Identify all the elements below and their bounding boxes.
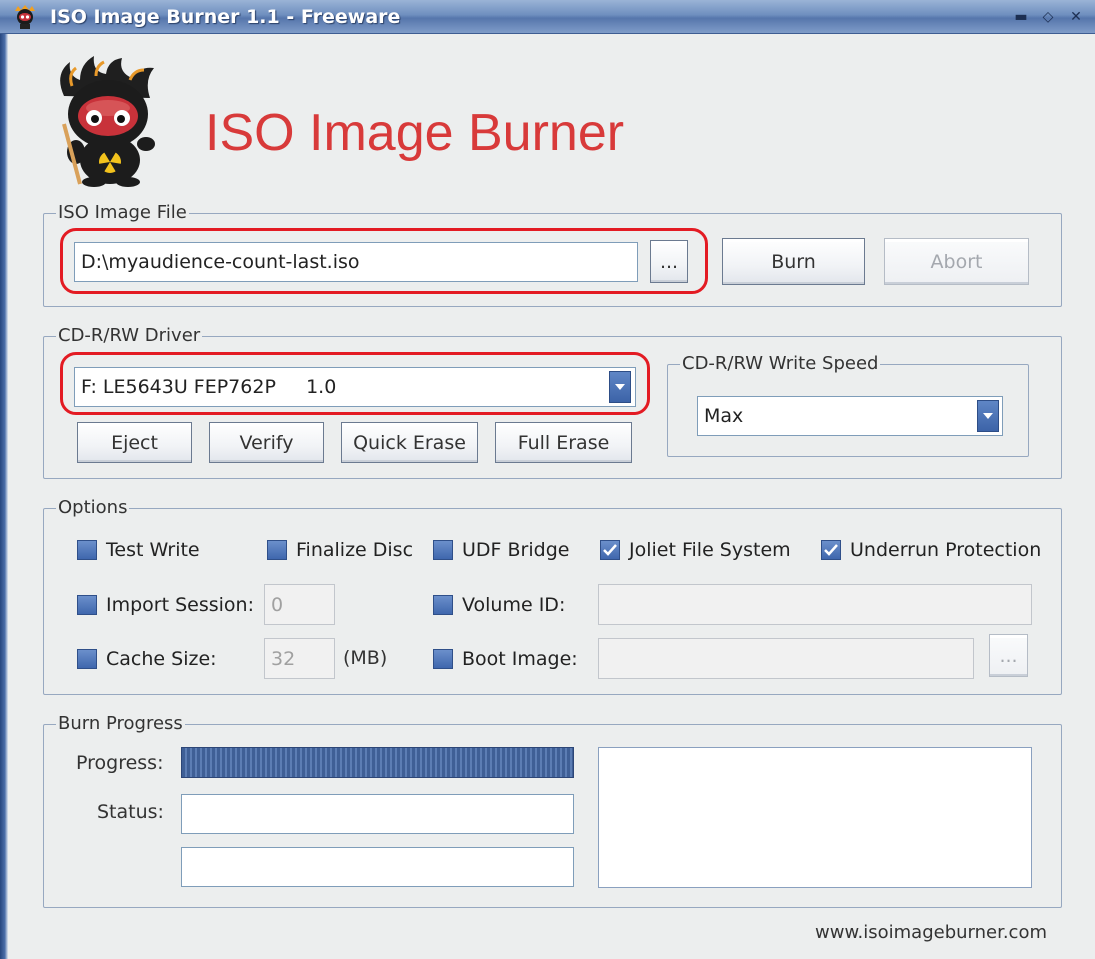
maximize-icon[interactable]: ◇ <box>1038 8 1058 26</box>
verify-button[interactable]: Verify <box>209 422 324 463</box>
progress-bar <box>181 747 574 778</box>
close-icon[interactable]: ✕ <box>1066 8 1086 26</box>
title-bar[interactable]: ISO Image Burner 1.1 - Freeware ▬ ◇ ✕ <box>0 0 1095 34</box>
volume-id-checkbox[interactable] <box>433 595 453 615</box>
status-field <box>181 794 574 834</box>
underrun-label: Underrun Protection <box>850 539 1042 561</box>
status-label: Status: <box>97 801 164 823</box>
website-link[interactable]: www.isoimageburner.com <box>815 922 1047 943</box>
app-icon <box>15 5 35 29</box>
window-frame <box>0 34 8 959</box>
test-write-label: Test Write <box>106 539 200 561</box>
volume-id-label: Volume ID: <box>462 594 566 616</box>
test-write-checkbox[interactable] <box>77 540 97 560</box>
speed-dropdown-arrow-icon[interactable] <box>977 400 999 432</box>
cache-size-unit: (MB) <box>343 647 388 669</box>
full-erase-button[interactable]: Full Erase <box>495 422 632 463</box>
underrun-checkbox[interactable] <box>821 540 841 560</box>
udf-bridge-checkbox[interactable] <box>433 540 453 560</box>
progress-label: Progress: <box>76 752 164 774</box>
iso-image-file-legend: ISO Image File <box>56 202 189 223</box>
mascot-logo <box>60 56 155 187</box>
joliet-checkbox[interactable] <box>600 540 620 560</box>
checkmark-icon <box>603 544 617 556</box>
cache-size-checkbox[interactable] <box>77 649 97 669</box>
boot-image-input[interactable] <box>598 638 974 679</box>
quick-erase-button[interactable]: Quick Erase <box>341 422 478 463</box>
drive-select[interactable]: F: LE5643U FEP762P 1.0 <box>74 367 636 407</box>
boot-image-checkbox[interactable] <box>433 649 453 669</box>
abort-button[interactable]: Abort <box>884 238 1029 285</box>
cache-size-label: Cache Size: <box>106 648 217 670</box>
udf-bridge-label: UDF Bridge <box>462 539 570 561</box>
import-session-checkbox[interactable] <box>77 595 97 615</box>
finalize-disc-checkbox[interactable] <box>267 540 287 560</box>
cache-size-input[interactable]: 32 <box>264 638 335 679</box>
cd-driver-legend: CD-R/RW Driver <box>56 325 203 346</box>
import-session-input[interactable]: 0 <box>264 584 335 625</box>
status-field-secondary <box>181 847 574 887</box>
eject-button[interactable]: Eject <box>77 422 192 463</box>
drive-dropdown-arrow-icon[interactable] <box>609 371 631 403</box>
write-speed-legend: CD-R/RW Write Speed <box>680 353 881 374</box>
import-session-label: Import Session: <box>106 594 254 616</box>
write-speed-select[interactable]: Max <box>697 396 1003 436</box>
options-legend: Options <box>56 497 130 518</box>
burn-button[interactable]: Burn <box>722 238 865 285</box>
app-title: ISO Image Burner <box>205 104 625 162</box>
volume-id-input[interactable] <box>598 584 1032 625</box>
checkmark-icon <box>824 544 838 556</box>
window-title: ISO Image Burner 1.1 - Freeware <box>50 6 401 28</box>
browse-iso-button[interactable]: ... <box>650 240 688 283</box>
iso-path-input[interactable]: D:\myaudience-count-last.iso <box>74 242 638 282</box>
joliet-label: Joliet File System <box>629 539 791 561</box>
burn-progress-legend: Burn Progress <box>56 713 185 734</box>
minimize-icon[interactable]: ▬ <box>1011 8 1031 26</box>
browse-boot-image-button[interactable]: ... <box>989 634 1028 677</box>
boot-image-label: Boot Image: <box>462 648 578 670</box>
finalize-disc-label: Finalize Disc <box>296 539 414 561</box>
drive-select-value: F: LE5643U FEP762P 1.0 <box>81 376 337 398</box>
write-speed-value: Max <box>704 405 744 427</box>
log-panel <box>598 747 1032 888</box>
